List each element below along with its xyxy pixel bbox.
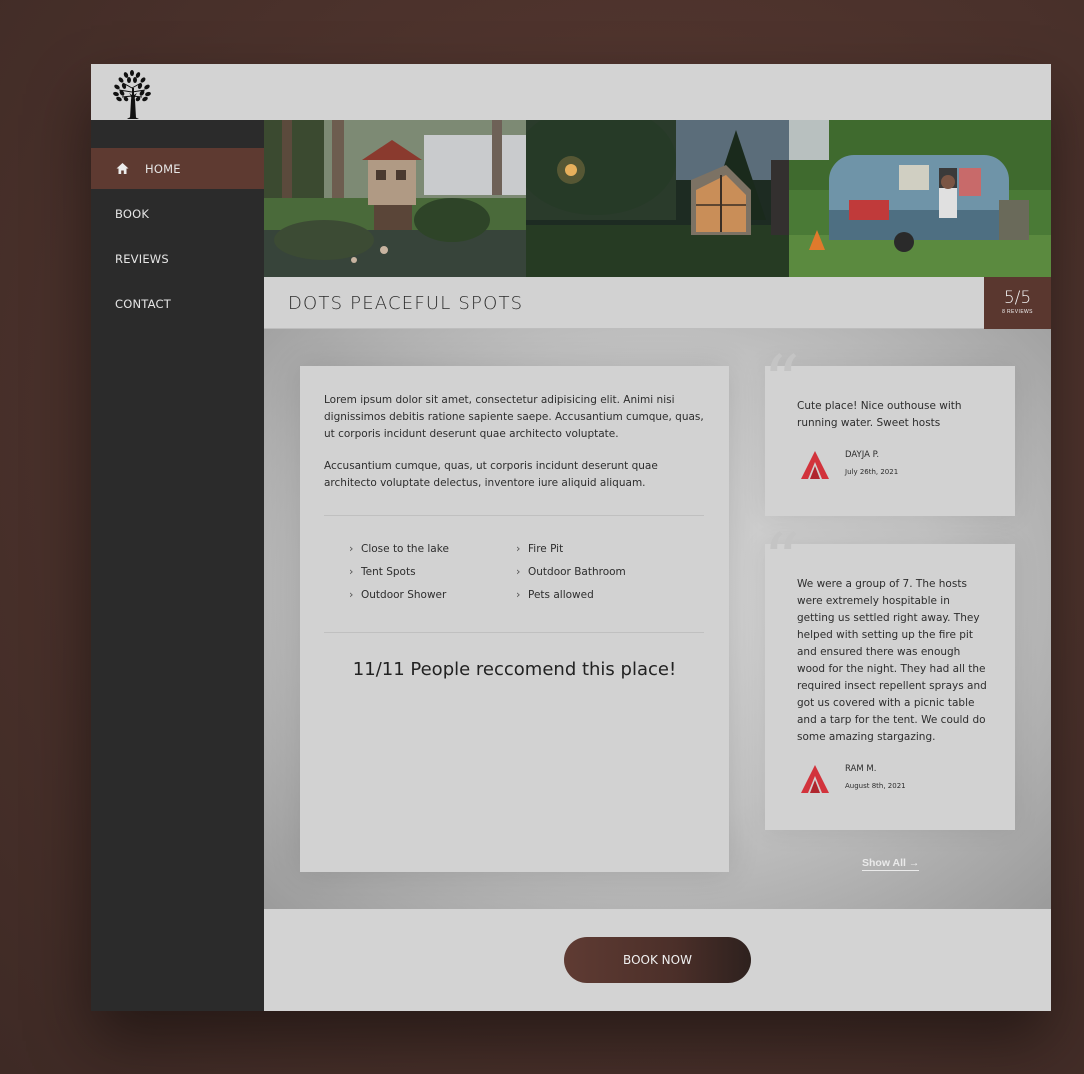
amenity-item: › Outdoor Shower [349, 588, 447, 601]
photo-gallery [264, 120, 1051, 277]
photo-vintage-caravan[interactable] [789, 120, 1051, 277]
review-text: Cute place! Nice outhouse with running w… [797, 400, 962, 429]
sidebar-item-contact[interactable]: CONTACT [91, 283, 264, 324]
chevron-right-icon: › [516, 588, 521, 601]
book-now-button[interactable]: BOOK NOW [564, 937, 751, 983]
show-all-link[interactable]: Show All → [862, 857, 920, 871]
sidebar-item-reviews[interactable]: REVIEWS [91, 238, 264, 279]
chevron-right-icon: › [349, 542, 354, 555]
photo-a-frame-cabin[interactable] [526, 120, 789, 277]
divider [324, 632, 704, 633]
sidebar-item-label: HOME [145, 161, 181, 176]
recommend-text: 11/11 People reccomend this place! [352, 659, 677, 680]
amenity-label: Fire Pit [528, 543, 564, 555]
amenity-item: › Outdoor Bathroom [516, 565, 626, 578]
listing-title: DOTS PEACEFUL SPOTS [288, 293, 524, 314]
amenity-label: Outdoor Shower [361, 589, 447, 601]
reviewer-logo-icon [801, 765, 829, 793]
chevron-right-icon: › [349, 588, 354, 601]
sidebar-item-book[interactable]: BOOK [91, 193, 264, 234]
chevron-right-icon: › [516, 565, 521, 578]
chevron-right-icon: › [516, 542, 521, 555]
main-content: Lorem ipsum dolor sit amet, consectetur … [264, 329, 1051, 909]
amenity-item: › Fire Pit [516, 542, 564, 555]
divider [324, 515, 704, 516]
amenity-label: Pets allowed [528, 589, 594, 601]
reviewer-name: RAM M. [845, 764, 877, 774]
rating-score: 5/5 [1003, 288, 1032, 308]
home-icon [116, 163, 129, 174]
tree-logo-icon[interactable] [105, 66, 159, 120]
review-card: “ Cute place! Nice outhouse with running… [763, 346, 1015, 516]
description-paragraph: Accusantium cumque, quas, ut corporis in… [324, 460, 658, 489]
review-date: July 26th, 2021 [845, 468, 899, 476]
amenity-label: Close to the lake [361, 543, 449, 555]
description-paragraph: Lorem ipsum dolor sit amet, consectetur … [324, 394, 704, 440]
chevron-right-icon: › [349, 565, 354, 578]
review-date: August 8th, 2021 [845, 782, 906, 790]
description-card: Lorem ipsum dolor sit amet, consectetur … [300, 366, 729, 872]
sidebar-item-home[interactable]: HOME [91, 148, 264, 189]
faint-link[interactable] [876, 296, 879, 307]
amenity-item: › Close to the lake [349, 542, 449, 555]
review-card: “ We were a group of 7. The hosts were e… [763, 524, 1015, 830]
review-text: We were a group of 7. The hosts were ext… [797, 578, 987, 743]
reviewer-name: DAYJA P. [845, 450, 880, 460]
quote-icon: “ [763, 518, 800, 602]
footer-bar: BOOK NOW [264, 909, 1051, 1011]
sidebar-item-label: CONTACT [115, 296, 171, 311]
top-bar [91, 64, 1051, 120]
amenity-item: › Tent Spots [349, 565, 416, 578]
listing-title-bar: DOTS PEACEFUL SPOTS 5/5 8 REVIEWS [264, 277, 1051, 329]
reviewer-logo-icon [801, 451, 829, 479]
amenity-label: Tent Spots [361, 566, 416, 578]
photo-fairy-house[interactable] [264, 120, 526, 277]
sidebar-item-label: BOOK [115, 206, 150, 221]
sidebar-item-label: REVIEWS [115, 251, 169, 266]
review-count: 8 REVIEWS [1002, 309, 1033, 315]
rating-badge[interactable]: 5/5 8 REVIEWS [984, 277, 1051, 329]
app-window: HOME BOOK REVIEWS CONTACT DOTS PEACEFUL … [91, 64, 1051, 1011]
quote-icon: “ [763, 340, 800, 424]
sidebar-nav: HOME BOOK REVIEWS CONTACT [91, 120, 264, 1011]
amenity-item: › Pets allowed [516, 588, 594, 601]
amenity-label: Outdoor Bathroom [528, 566, 626, 578]
